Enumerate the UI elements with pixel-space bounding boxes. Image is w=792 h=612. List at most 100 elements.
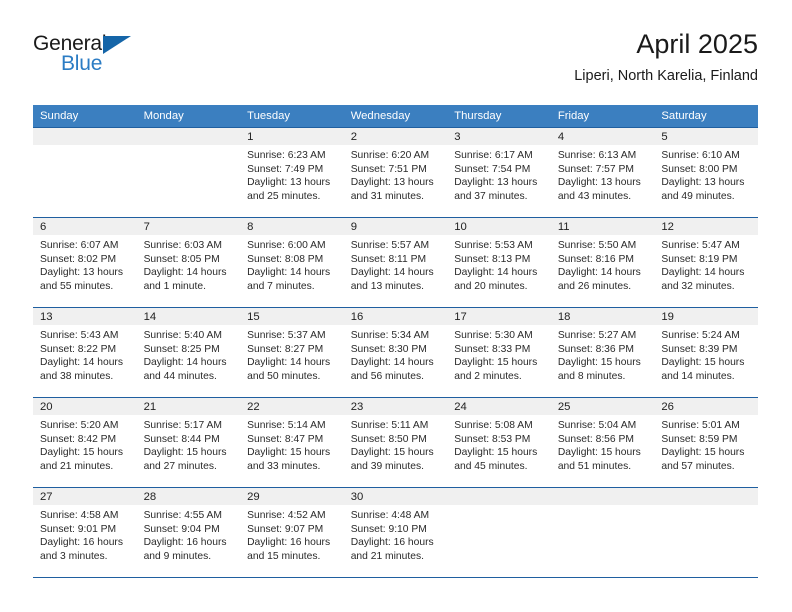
- day-number: 23: [343, 398, 448, 415]
- calendar-day-cell[interactable]: 28 Sunrise: 4:55 AM Sunset: 9:04 PM Dayligh…: [136, 487, 241, 578]
- daylight-text-line2: and 45 minutes.: [454, 460, 528, 472]
- daylight-text-line2: and 21 minutes.: [350, 550, 424, 562]
- calendar-day-cell[interactable]: 14 Sunrise: 5:40 AM Sunset: 8:25 PM Dayligh…: [136, 307, 241, 398]
- calendar-day-cell[interactable]: 3 Sunrise: 6:17 AM Sunset: 7:54 PM Daylight…: [447, 127, 551, 218]
- sunrise-text: Sunrise: 5:17 AM: [143, 420, 222, 431]
- daylight-text-line2: and 20 minutes.: [454, 280, 528, 292]
- daylight-text-line2: and 50 minutes.: [247, 370, 321, 382]
- daylight-text-line2: and 37 minutes.: [454, 190, 528, 202]
- daylight-text-line2: and 32 minutes.: [661, 280, 735, 292]
- daylight-text-line1: Daylight: 16 hours: [247, 537, 331, 549]
- day-number: 28: [136, 488, 241, 505]
- calendar-day-cell[interactable]: 7 Sunrise: 6:03 AM Sunset: 8:05 PM Daylight…: [136, 217, 241, 308]
- day-details: Sunrise: 5:37 AM Sunset: 8:27 PM Daylight:…: [240, 325, 344, 383]
- day-details: Sunrise: 6:07 AM Sunset: 8:02 PM Daylight:…: [33, 235, 137, 293]
- day-details: Sunrise: 4:48 AM Sunset: 9:10 PM Daylight:…: [344, 505, 448, 563]
- sunrise-text: Sunrise: 4:52 AM: [247, 510, 326, 521]
- day-details: Sunrise: 5:08 AM Sunset: 8:53 PM Daylight:…: [447, 415, 551, 473]
- sunrise-text: Sunrise: 6:13 AM: [557, 150, 637, 161]
- sunrise-text: Sunrise: 5:57 AM: [350, 240, 430, 251]
- day-details: Sunrise: 5:53 AM Sunset: 8:13 PM Daylight:…: [447, 235, 551, 293]
- daylight-text-line1: Daylight: 13 hours: [247, 177, 331, 189]
- day-number: 30: [343, 488, 448, 505]
- calendar-day-cell[interactable]: 5 Sunrise: 6:10 AM Sunset: 8:00 PM Daylight…: [654, 127, 758, 218]
- daylight-text-line2: and 26 minutes.: [557, 280, 632, 292]
- day-number: 24: [447, 398, 551, 415]
- day-number: 13: [33, 308, 137, 325]
- calendar-day-cell[interactable]: 25 Sunrise: 5:04 AM Sunset: 8:56 PM Dayligh…: [550, 397, 655, 488]
- daylight-text-line2: and 49 minutes.: [661, 190, 735, 202]
- sunset-text: Sunset: 8:59 PM: [661, 433, 738, 445]
- daylight-text-line1: Daylight: 14 hours: [247, 267, 331, 279]
- sunrise-text: Sunrise: 5:27 AM: [557, 330, 637, 341]
- day-number: 6: [33, 218, 137, 235]
- calendar-day-cell[interactable]: 8 Sunrise: 6:00 AM Sunset: 8:08 PM Daylight…: [240, 217, 344, 308]
- sunset-text: Sunset: 7:57 PM: [557, 163, 634, 175]
- daylight-text-line1: Daylight: 15 hours: [350, 447, 434, 459]
- calendar-day-cell[interactable]: 22 Sunrise: 5:14 AM Sunset: 8:47 PM Dayligh…: [240, 397, 344, 488]
- calendar-day-cell[interactable]: 18 Sunrise: 5:27 AM Sunset: 8:36 PM Dayligh…: [550, 307, 655, 398]
- calendar-day-cell[interactable]: 21 Sunrise: 5:17 AM Sunset: 8:44 PM Dayligh…: [136, 397, 241, 488]
- sunset-text: Sunset: 8:30 PM: [350, 343, 427, 355]
- daylight-text-line1: Daylight: 14 hours: [247, 357, 331, 369]
- sunset-text: Sunset: 8:00 PM: [661, 163, 738, 175]
- calendar-day-cell[interactable]: 2 Sunrise: 6:20 AM Sunset: 7:51 PM Daylight…: [343, 127, 448, 218]
- calendar-day-cell[interactable]: 24 Sunrise: 5:08 AM Sunset: 8:53 PM Dayligh…: [447, 397, 551, 488]
- daylight-text-line1: Daylight: 13 hours: [454, 177, 538, 189]
- weekday-header-monday: Monday: [136, 105, 241, 128]
- calendar-day-cell[interactable]: 26 Sunrise: 5:01 AM Sunset: 8:59 PM Dayligh…: [654, 397, 758, 488]
- sunset-text: Sunset: 8:50 PM: [350, 433, 427, 445]
- daylight-text-line2: and 8 minutes.: [557, 370, 626, 382]
- calendar-day-cell[interactable]: 1 Sunrise: 6:23 AM Sunset: 7:49 PM Daylight…: [240, 127, 344, 218]
- triangle-icon: [103, 36, 131, 54]
- calendar-day-cell[interactable]: 16 Sunrise: 5:34 AM Sunset: 8:30 PM Dayligh…: [343, 307, 448, 398]
- calendar-day-cell[interactable]: 12 Sunrise: 5:47 AM Sunset: 8:19 PM Dayligh…: [654, 217, 758, 308]
- day-details: [137, 145, 241, 149]
- day-number: 14: [136, 308, 241, 325]
- day-number: 26: [654, 398, 758, 415]
- day-details: Sunrise: 5:17 AM Sunset: 8:44 PM Daylight:…: [137, 415, 241, 473]
- daylight-text-line1: Daylight: 15 hours: [454, 357, 538, 369]
- calendar-day-cell[interactable]: 10 Sunrise: 5:53 AM Sunset: 8:13 PM Dayligh…: [447, 217, 551, 308]
- day-number: 7: [136, 218, 241, 235]
- general-blue-logo[interactable]: General Blue: [33, 32, 223, 84]
- sunset-text: Sunset: 9:07 PM: [247, 523, 324, 535]
- calendar-day-cell[interactable]: 6 Sunrise: 6:07 AM Sunset: 8:02 PM Daylight…: [33, 217, 137, 308]
- day-number: 2: [343, 128, 448, 145]
- day-number: 20: [33, 398, 137, 415]
- day-details: Sunrise: 5:14 AM Sunset: 8:47 PM Daylight:…: [240, 415, 344, 473]
- day-details: Sunrise: 5:47 AM Sunset: 8:19 PM Daylight:…: [654, 235, 758, 293]
- sunrise-text: Sunrise: 4:58 AM: [40, 510, 119, 521]
- calendar-day-cell[interactable]: 4 Sunrise: 6:13 AM Sunset: 7:57 PM Daylight…: [550, 127, 655, 218]
- day-details: Sunrise: 5:40 AM Sunset: 8:25 PM Daylight:…: [137, 325, 241, 383]
- sunrise-text: Sunrise: 6:10 AM: [661, 150, 740, 161]
- sunrise-text: Sunrise: 4:55 AM: [143, 510, 222, 521]
- day-details: Sunrise: 6:03 AM Sunset: 8:05 PM Daylight:…: [137, 235, 241, 293]
- page-subtitle: Liperi, North Karelia, Finland: [574, 68, 758, 84]
- calendar-day-cell[interactable]: 23 Sunrise: 5:11 AM Sunset: 8:50 PM Dayligh…: [343, 397, 448, 488]
- sunrise-text: Sunrise: 6:23 AM: [247, 150, 326, 161]
- daylight-text-line1: Daylight: 14 hours: [143, 357, 227, 369]
- sunrise-text: Sunrise: 4:48 AM: [350, 510, 430, 521]
- calendar-day-cell[interactable]: 9 Sunrise: 5:57 AM Sunset: 8:11 PM Daylight…: [343, 217, 448, 308]
- daylight-text-line2: and 55 minutes.: [40, 280, 114, 292]
- calendar-day-cell[interactable]: 11 Sunrise: 5:50 AM Sunset: 8:16 PM Dayligh…: [550, 217, 655, 308]
- day-details: Sunrise: 6:20 AM Sunset: 7:51 PM Daylight:…: [344, 145, 448, 203]
- daylight-text-line1: Daylight: 13 hours: [557, 177, 641, 189]
- calendar-day-cell[interactable]: 27 Sunrise: 4:58 AM Sunset: 9:01 PM Dayligh…: [33, 487, 137, 578]
- calendar-day-cell[interactable]: 20 Sunrise: 5:20 AM Sunset: 8:42 PM Dayligh…: [33, 397, 137, 488]
- daylight-text-line2: and 15 minutes.: [247, 550, 321, 562]
- calendar-day-cell[interactable]: 19 Sunrise: 5:24 AM Sunset: 8:39 PM Dayligh…: [654, 307, 758, 398]
- sunrise-text: Sunrise: 5:08 AM: [454, 420, 533, 431]
- logo-text-blue: Blue: [61, 52, 103, 75]
- calendar-day-cell[interactable]: 13 Sunrise: 5:43 AM Sunset: 8:22 PM Dayligh…: [33, 307, 137, 398]
- calendar-day-cell[interactable]: 17 Sunrise: 5:30 AM Sunset: 8:33 PM Dayligh…: [447, 307, 551, 398]
- sunrise-text: Sunrise: 5:20 AM: [40, 420, 119, 431]
- sunrise-text: Sunrise: 5:43 AM: [40, 330, 119, 341]
- daylight-text-line2: and 9 minutes.: [143, 550, 212, 562]
- calendar-day-cell[interactable]: 15 Sunrise: 5:37 AM Sunset: 8:27 PM Dayligh…: [240, 307, 344, 398]
- calendar-day-cell[interactable]: 29 Sunrise: 4:52 AM Sunset: 9:07 PM Dayligh…: [240, 487, 344, 578]
- calendar-day-cell[interactable]: 30 Sunrise: 4:48 AM Sunset: 9:10 PM Dayligh…: [343, 487, 448, 578]
- day-number: [550, 488, 655, 505]
- day-details: [33, 145, 137, 149]
